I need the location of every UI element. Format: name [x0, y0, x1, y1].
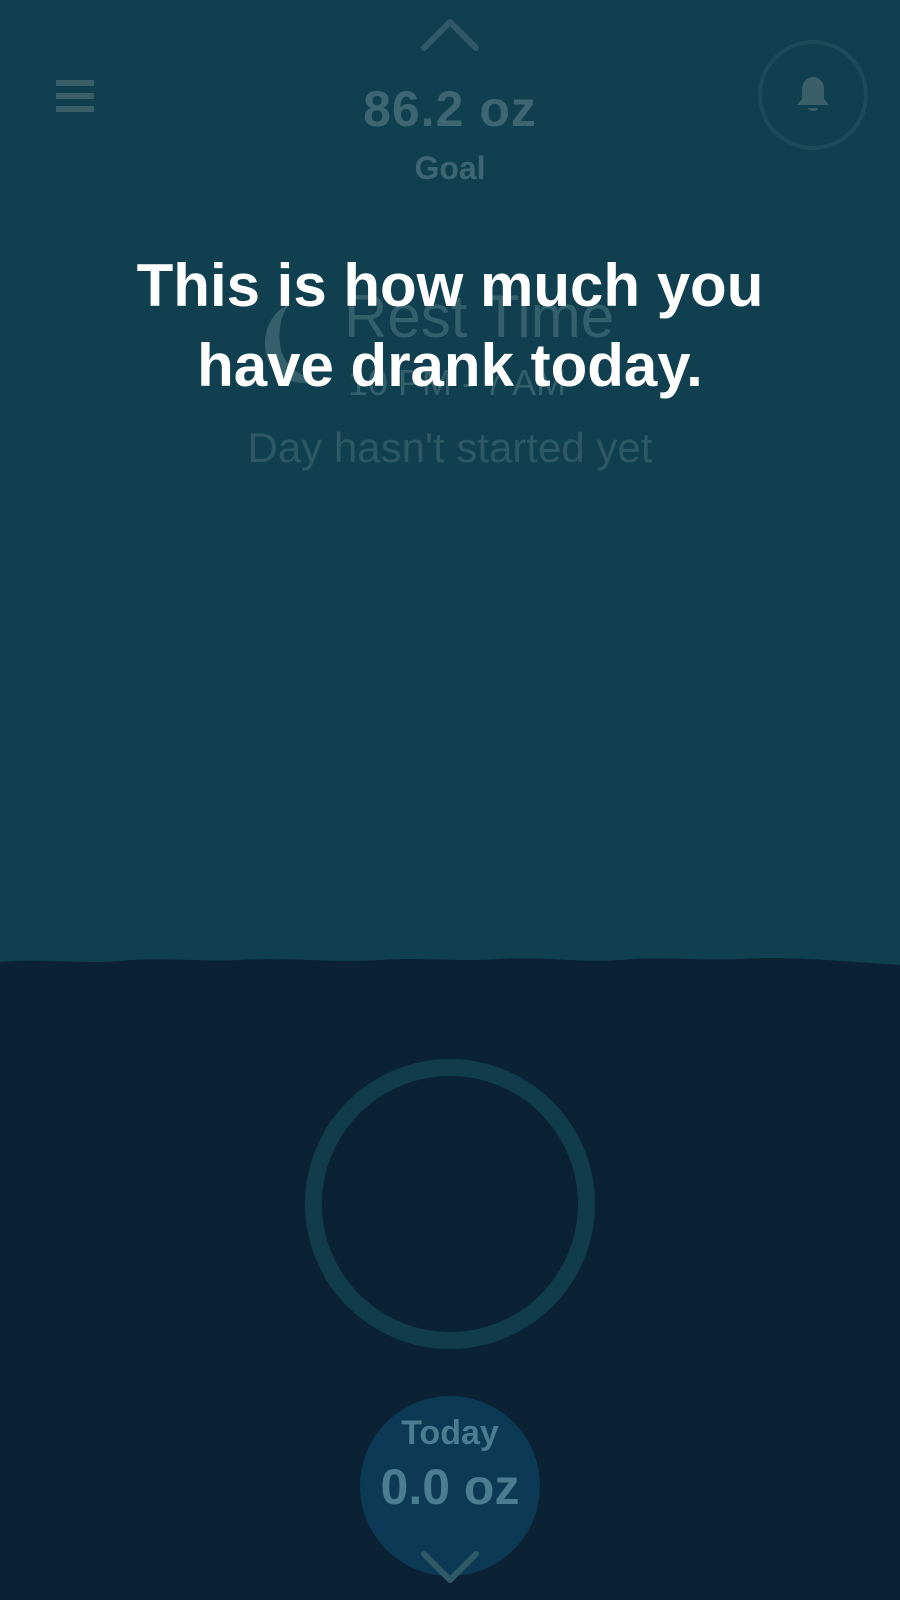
goal-value: 86.2 oz	[363, 81, 537, 137]
hydration-screen: 86.2 oz Goal Rest Time 10 PM - 7 AM Day …	[0, 0, 900, 1600]
chevron-down-icon[interactable]	[420, 1548, 480, 1588]
tutorial-tooltip: This is how much you have drank today.	[100, 246, 800, 406]
tooltip-line-2: have drank today.	[197, 332, 703, 399]
day-status-text: Day hasn't started yet	[247, 424, 653, 471]
today-label: Today	[401, 1414, 499, 1452]
add-drink-ring[interactable]	[305, 1059, 595, 1349]
goal-area	[0, 0, 900, 965]
chevron-up-icon[interactable]	[420, 14, 480, 54]
tooltip-line-1: This is how much you	[136, 252, 764, 319]
goal-label: Goal	[414, 150, 486, 186]
today-value: 0.0 oz	[380, 1459, 520, 1515]
